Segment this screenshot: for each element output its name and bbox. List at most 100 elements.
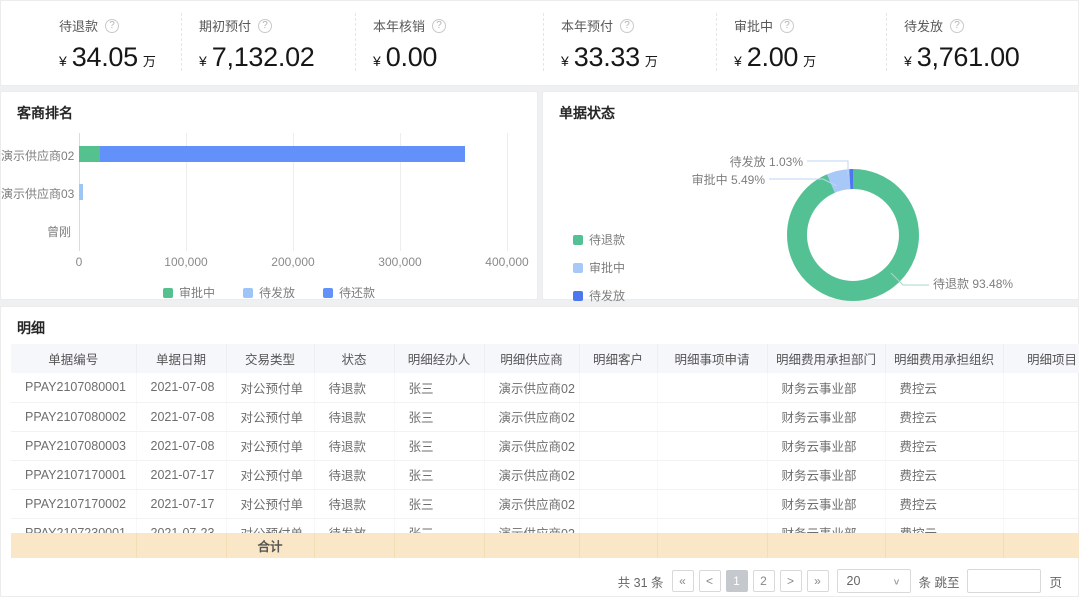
x-axis-tick: 400,000 [485,255,528,269]
kpi-card[interactable]: 本年预付?¥33.33万 [543,1,716,85]
table-cell: 待退款 [314,373,394,402]
total-count-text: 共 31 条 [618,572,664,591]
table-cell [657,518,767,533]
table-cell [579,402,657,431]
detail-body-table: PPAY21070800012021-07-08对公预付单待退款张三演示供应商0… [11,373,1079,533]
last-page-button[interactable]: » [807,570,829,592]
table-cell: 费控云 [885,489,1003,518]
table-cell: 2021-07-17 [136,489,226,518]
page-size-select[interactable]: 20 ∨ [837,569,911,593]
kpi-label: 审批中 [734,19,773,34]
kpi-label: 待退款 [59,19,98,34]
table-row: PPAY21070800012021-07-08对公预付单待退款张三演示供应商0… [11,373,1079,402]
table-row: PPAY21070800032021-07-08对公预付单待退款张三演示供应商0… [11,431,1079,460]
bar-segment-待还款 [100,146,464,162]
total-cell [136,533,226,558]
table-cell: 财务云事业部 [767,373,885,402]
next-page-button[interactable]: > [780,570,802,592]
kpi-card[interactable]: 审批中?¥2.00万 [716,1,886,85]
prev-page-button[interactable]: < [699,570,721,592]
table-cell [657,431,767,460]
jump-prefix-text: 条 跳至 [919,572,960,591]
bar-chart-row: 曾刚 [1,211,537,249]
table-row: PPAY21071700012021-07-17对公预付单待退款张三演示供应商0… [11,460,1079,489]
kpi-card[interactable]: 本年核销?¥0.00 [355,1,543,85]
legend-item-待还款[interactable]: 待还款 [323,284,375,301]
x-axis-tick: 0 [76,255,83,269]
help-icon[interactable]: ? [258,19,272,33]
currency-symbol: ¥ [734,53,742,69]
total-cell [657,533,767,558]
chevron-down-icon: ∨ [892,576,900,586]
first-page-button[interactable]: « [672,570,694,592]
currency-symbol: ¥ [373,53,381,69]
table-cell: 对公预付单 [226,373,314,402]
table-cell: 财务云事业部 [767,431,885,460]
kpi-card[interactable]: 待退款?¥34.05万 [1,1,181,85]
table-cell: 演示供应商02 [484,489,579,518]
kpi-amount: 2.00 [747,42,798,72]
jump-page-input[interactable] [967,569,1041,593]
table-cell: 财务云事业部 [767,402,885,431]
page-suffix-text: 页 [1049,572,1062,591]
legend-swatch [573,235,583,245]
page-button-1[interactable]: 1 [726,570,748,592]
help-icon[interactable]: ? [780,19,794,33]
legend-item-待发放[interactable]: 待发放 [573,287,625,304]
x-axis-tick: 300,000 [378,255,421,269]
help-icon[interactable]: ? [105,19,119,33]
table-cell: 待退款 [314,460,394,489]
table-cell: 财务云事业部 [767,489,885,518]
currency-symbol: ¥ [59,53,67,69]
currency-symbol: ¥ [561,53,569,69]
column-header: 单据日期 [136,344,226,373]
legend-label: 审批中 [589,259,625,276]
column-header: 明细项目 [1003,344,1079,373]
table-cell [1003,431,1079,460]
vendor-ranking-chart: 演示供应商02演示供应商03曾刚 0100,000200,000300,0004… [1,131,537,276]
kpi-label-row: 期初预付? [199,16,355,35]
kpi-card[interactable]: 期初预付?¥7,132.02 [181,1,355,85]
detail-table: 单据编号单据日期交易类型状态明细经办人明细供应商明细客户明细事项申请明细费用承担… [11,344,1079,558]
total-cell [579,533,657,558]
column-header: 明细费用承担部门 [767,344,885,373]
doc-status-card: 单据状态 待退款 93.48% 审批中 5.49% 待发放 1.03% 待退款审… [542,91,1079,300]
detail-total-table: 合计 [11,533,1079,558]
donut-label-to-issue: 待发放 1.03% [730,153,803,170]
table-cell [579,518,657,533]
column-header: 明细供应商 [484,344,579,373]
table-cell: 费控云 [885,518,1003,533]
table-cell: 2021-07-23 [136,518,226,533]
table-cell [579,373,657,402]
donut-slice-待退款 [797,179,909,291]
help-icon[interactable]: ? [432,19,446,33]
page-button-2[interactable]: 2 [753,570,775,592]
legend-swatch [243,288,253,298]
bar-category-label: 演示供应商02 [1,147,71,164]
table-cell: PPAY2107080003 [11,431,136,460]
legend-item-审批中[interactable]: 审批中 [163,284,215,301]
legend-item-待发放[interactable]: 待发放 [243,284,295,301]
kpi-label-row: 审批中? [734,16,886,35]
currency-symbol: ¥ [199,53,207,69]
kpi-label-row: 待发放? [904,16,1079,35]
help-icon[interactable]: ? [620,19,634,33]
legend-item-待退款[interactable]: 待退款 [573,231,625,248]
table-cell: 对公预付单 [226,431,314,460]
kpi-label: 本年预付 [561,19,613,34]
table-cell: 待退款 [314,402,394,431]
help-icon[interactable]: ? [950,19,964,33]
x-axis-tick: 200,000 [271,255,314,269]
legend-item-审批中[interactable]: 审批中 [573,259,625,276]
kpi-amount: 33.33 [574,42,640,72]
bar-chart-row: 演示供应商03 [1,173,537,211]
kpi-card[interactable]: 待发放?¥3,761.00 [886,1,1079,85]
table-cell: 待发放 [314,518,394,533]
table-row: PPAY21072300012021-07-23对公预付单待发放张三演示供应商0… [11,518,1079,533]
table-header-row: 单据编号单据日期交易类型状态明细经办人明细供应商明细客户明细事项申请明细费用承担… [11,344,1079,373]
table-cell [1003,460,1079,489]
bar-segment-待发放 [79,184,83,200]
table-body-viewport[interactable]: PPAY21070800012021-07-08对公预付单待退款张三演示供应商0… [11,373,1079,533]
legend-label: 审批中 [179,284,215,301]
legend-label: 待发放 [589,287,625,304]
